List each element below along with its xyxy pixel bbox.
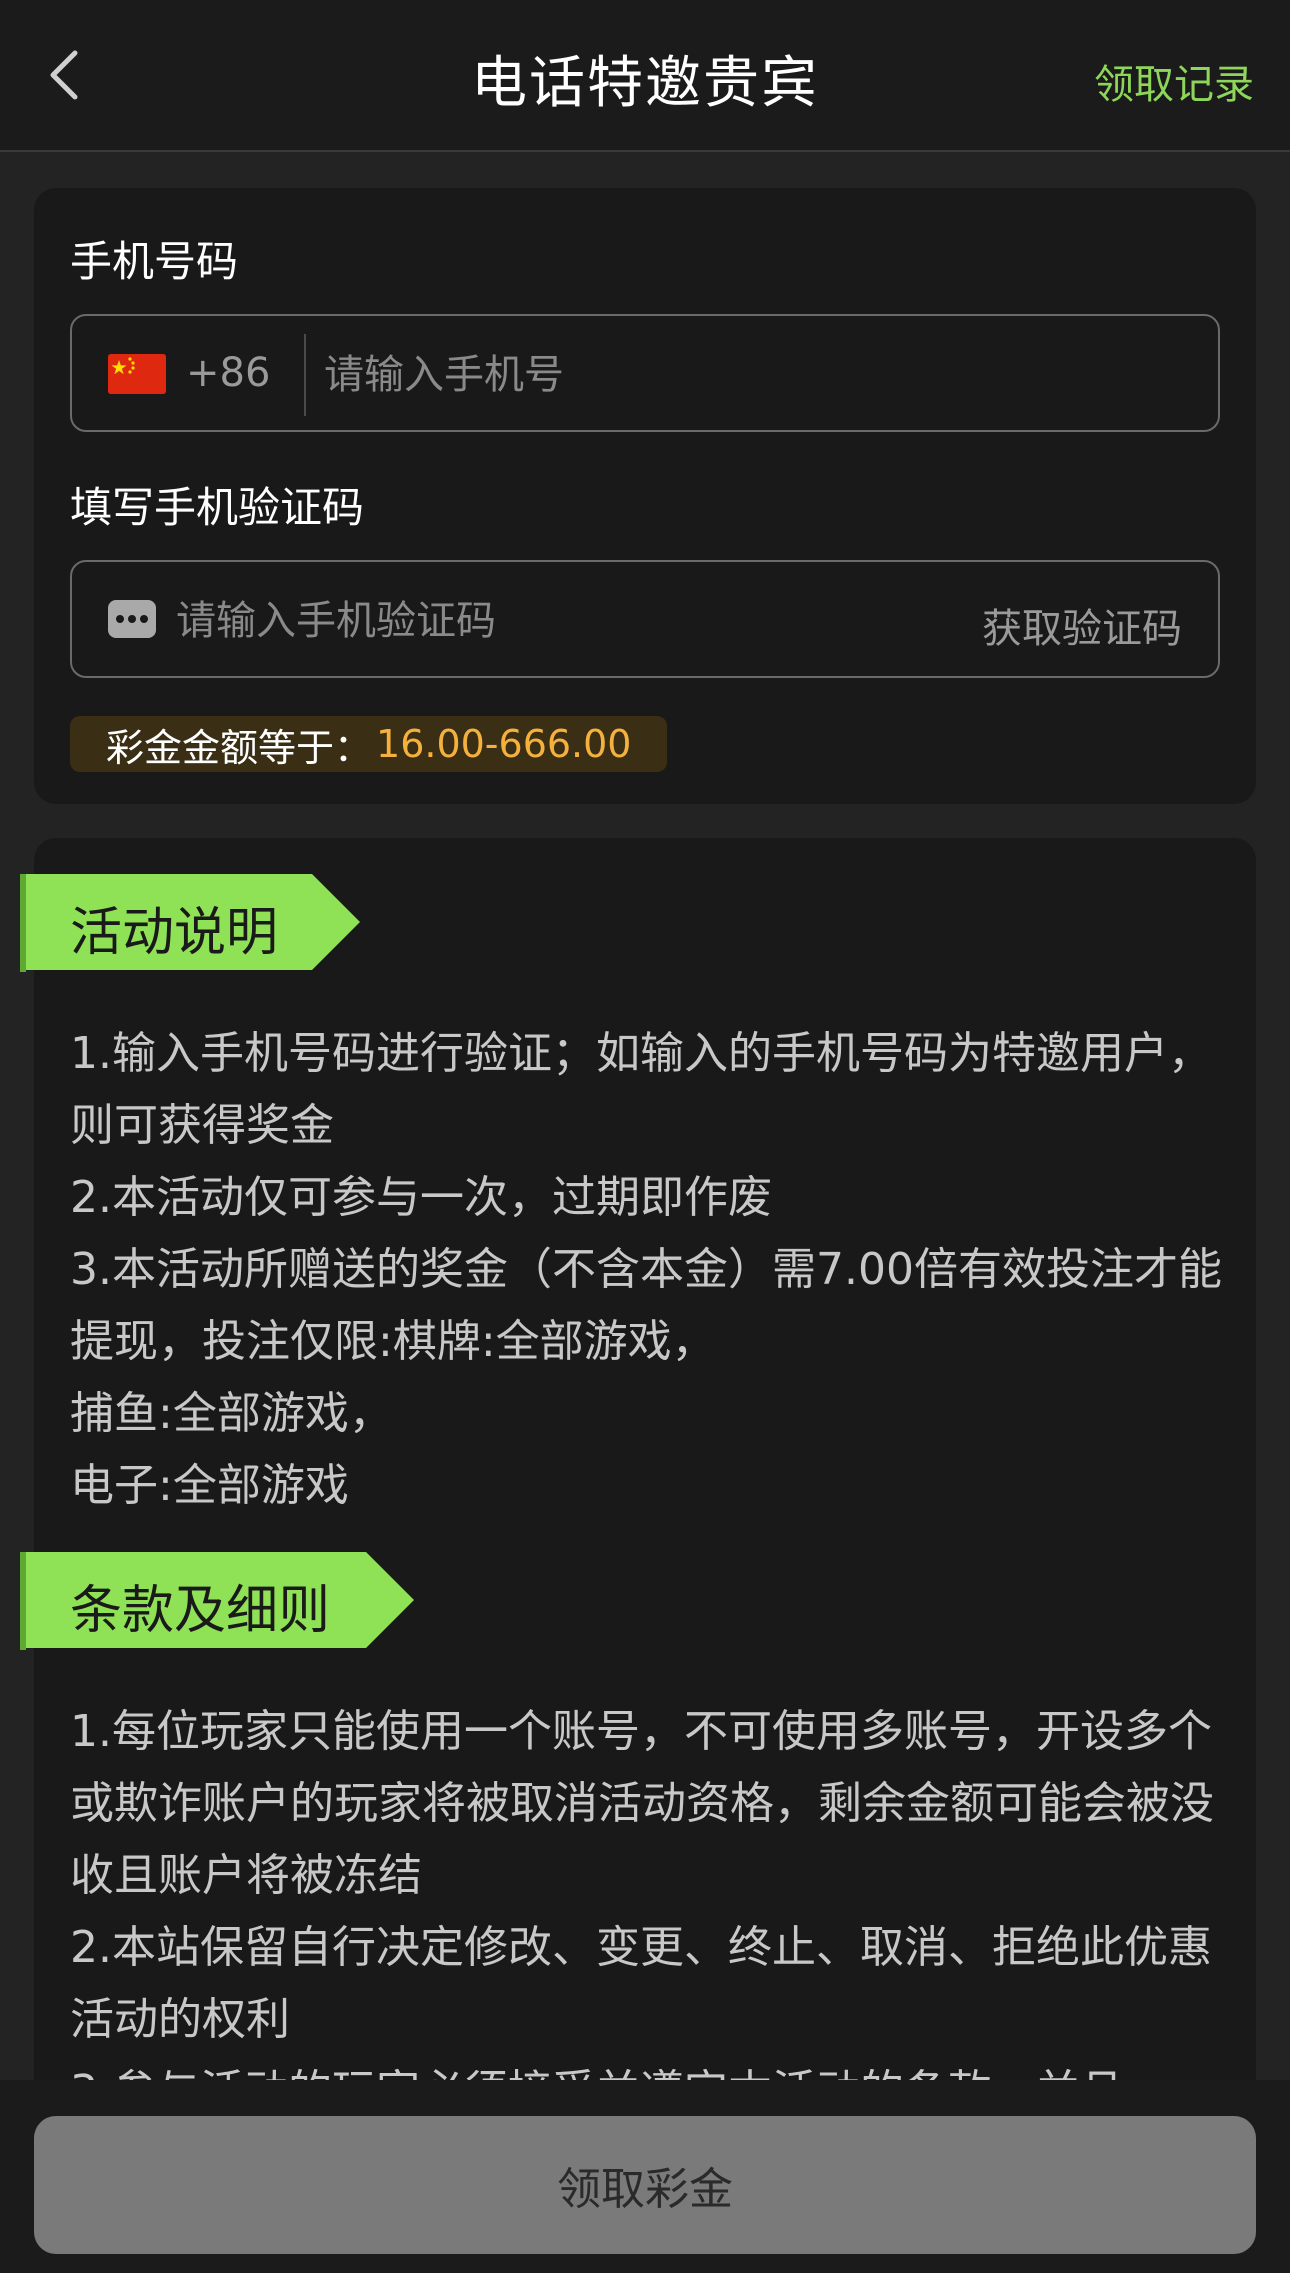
page: 电话特邀贵宾 领取记录 手机号码 +86 填写手机验证码 — [0, 0, 1290, 2273]
bonus-label: 彩金金额等于： — [106, 725, 373, 770]
claim-record-link[interactable]: 领取记录 — [1094, 52, 1254, 110]
list-item: 1.输入手机号码进行验证；如输入的手机号码为特邀用户，则可获得奖金 — [70, 1028, 1212, 1151]
terms-description: 1.每位玩家只能使用一个账号，不可使用多账号，开设多个或欺诈账户的玩家将被取消活… — [70, 1696, 1230, 2128]
code-field[interactable]: 获取验证码 — [70, 560, 1220, 678]
list-item: 2.本活动仅可参与一次，过期即作废 — [70, 1172, 772, 1223]
message-dots-icon — [108, 600, 156, 638]
phone-field[interactable]: +86 — [70, 314, 1220, 432]
china-flag-icon[interactable] — [108, 354, 166, 394]
top-nav-bar: 电话特邀贵宾 领取记录 — [0, 0, 1290, 152]
bonus-amount-badge: 彩金金额等于： 16.00-666.00 — [70, 716, 668, 772]
code-label: 填写手机验证码 — [70, 483, 365, 532]
terms-ribbon: 条款及细则 — [20, 1552, 414, 1650]
phone-input[interactable] — [324, 336, 1194, 414]
country-code[interactable]: +86 — [186, 350, 270, 396]
bonus-value: 16.00-666.00 — [376, 722, 632, 766]
activity-title: 活动说明 — [70, 903, 279, 963]
list-item: 捕鱼:全部游戏， — [70, 1388, 393, 1439]
verification-form-card: 手机号码 +86 填写手机验证码 获取验证码 — [34, 188, 1256, 804]
list-item: 1.每位玩家只能使用一个账号，不可使用多账号，开设多个或欺诈账户的玩家将被取消活… — [70, 1706, 1214, 1901]
bottom-action-bar: 领取彩金 — [0, 2080, 1290, 2273]
phone-label: 手机号码 — [70, 237, 239, 286]
list-item: 3.本活动所赠送的奖金（不含本金）需7.00倍有效投注才能提现，投注仅限:棋牌:… — [70, 1244, 1222, 1367]
get-code-button[interactable]: 获取验证码 — [982, 596, 1182, 654]
list-item: 电子:全部游戏 — [70, 1460, 349, 1511]
code-input[interactable] — [176, 582, 896, 660]
info-card: 活动说明 1.输入手机号码进行验证；如输入的手机号码为特邀用户，则可获得奖金 2… — [20, 838, 1256, 2273]
activity-description: 1.输入手机号码进行验证；如输入的手机号码为特邀用户，则可获得奖金 2.本活动仅… — [70, 1018, 1230, 1522]
activity-ribbon: 活动说明 — [20, 874, 360, 972]
field-divider — [304, 334, 306, 416]
claim-bonus-button[interactable]: 领取彩金 — [34, 2116, 1256, 2254]
list-item: 2.本站保留自行决定修改、变更、终止、取消、拒绝此优惠活动的权利 — [70, 1922, 1212, 2045]
terms-title: 条款及细则 — [70, 1581, 331, 1641]
